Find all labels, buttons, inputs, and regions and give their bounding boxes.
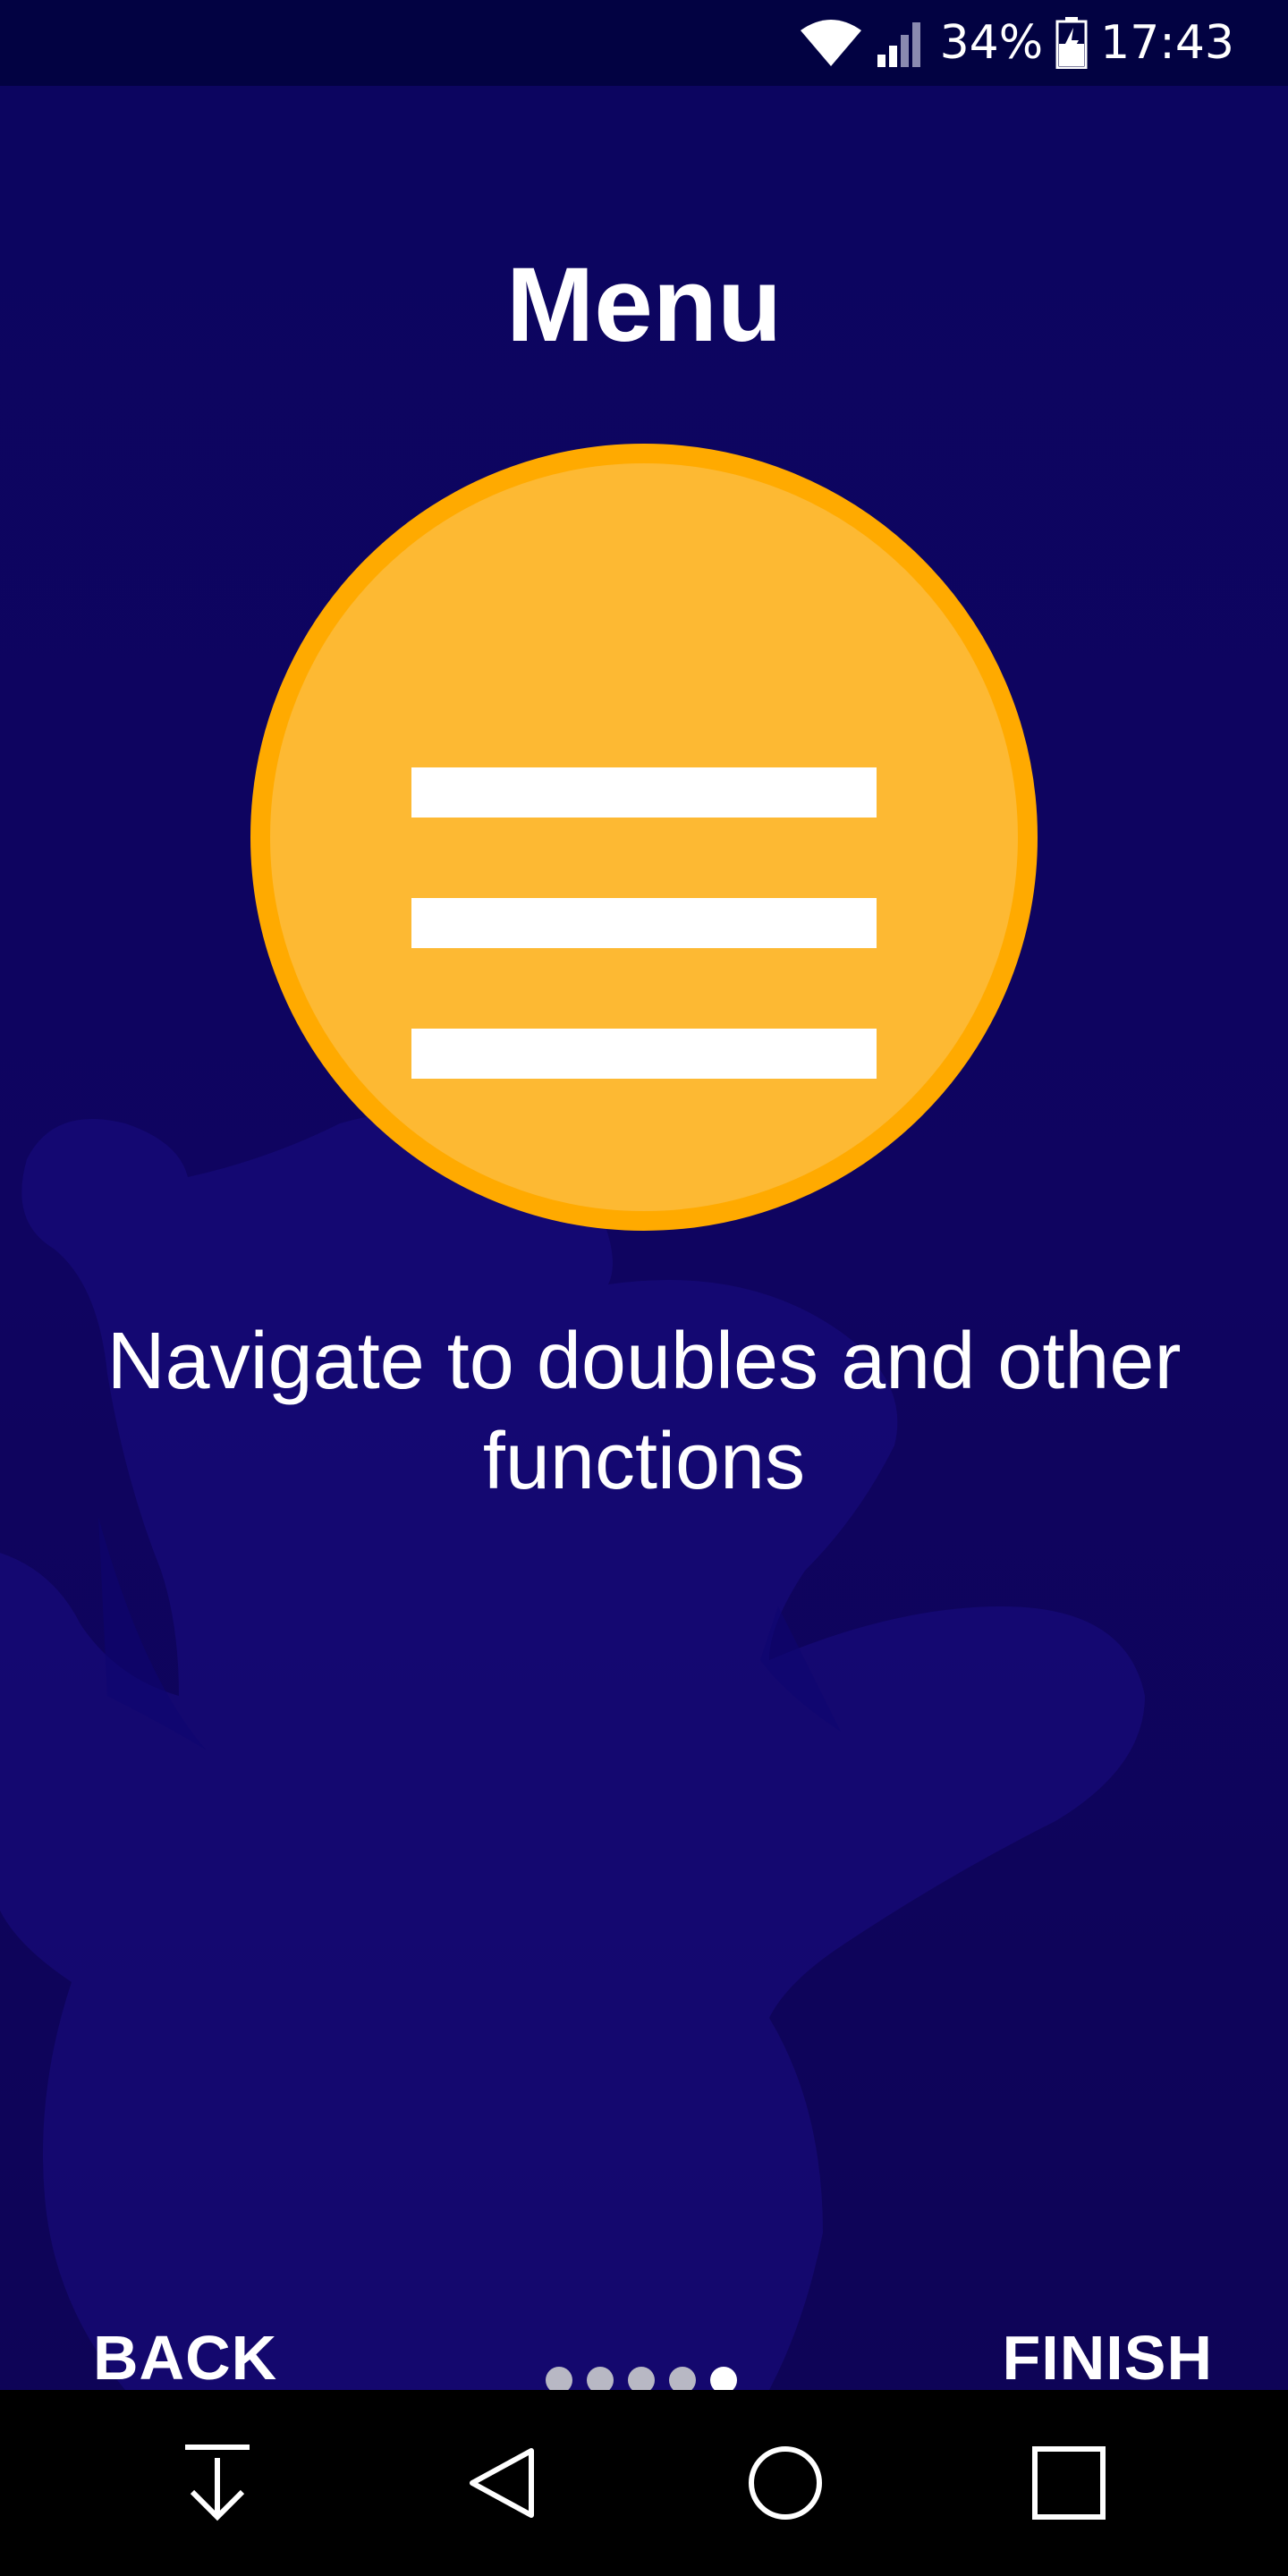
page-dot-3 — [628, 2367, 655, 2390]
battery-charging-icon — [1055, 17, 1088, 69]
page-dot-1 — [546, 2367, 572, 2390]
page-dot-5-active — [710, 2367, 737, 2390]
back-triangle-icon[interactable] — [456, 2438, 546, 2528]
notifications-pull-icon[interactable] — [173, 2438, 262, 2528]
home-circle-icon[interactable] — [741, 2438, 830, 2528]
menu-bar-top — [411, 767, 877, 818]
onboarding-controls: BACK FINISH — [0, 2268, 1288, 2390]
battery-percent: 34% — [939, 16, 1044, 70]
status-indicators: 34% 17:43 — [799, 0, 1234, 86]
menu-bar-middle — [411, 898, 877, 948]
signal-icon — [876, 17, 928, 69]
page-title: Menu — [505, 246, 783, 364]
page-indicator — [546, 2367, 737, 2390]
wifi-icon — [799, 18, 863, 68]
page-description: Navigate to doubles and other functions — [106, 1317, 1182, 1506]
page-dot-4 — [669, 2367, 696, 2390]
clock-time: 17:43 — [1100, 16, 1234, 70]
app-screen: 34% 17:43 Menu Navigate to doubles and o… — [0, 0, 1288, 2576]
back-button[interactable]: BACK — [93, 2322, 277, 2390]
recents-square-icon[interactable] — [1024, 2438, 1114, 2528]
hamburger-menu-icon — [250, 444, 1038, 1231]
status-bar: 34% 17:43 — [0, 0, 1288, 86]
page-dot-2 — [587, 2367, 614, 2390]
system-navigation-bar — [0, 2390, 1288, 2576]
background-figure-silhouette — [0, 1111, 1145, 2390]
finish-button[interactable]: FINISH — [1003, 2322, 1213, 2390]
onboarding-page: Menu Navigate to doubles and other funct… — [0, 86, 1288, 2390]
menu-bar-bottom — [411, 1029, 877, 1079]
